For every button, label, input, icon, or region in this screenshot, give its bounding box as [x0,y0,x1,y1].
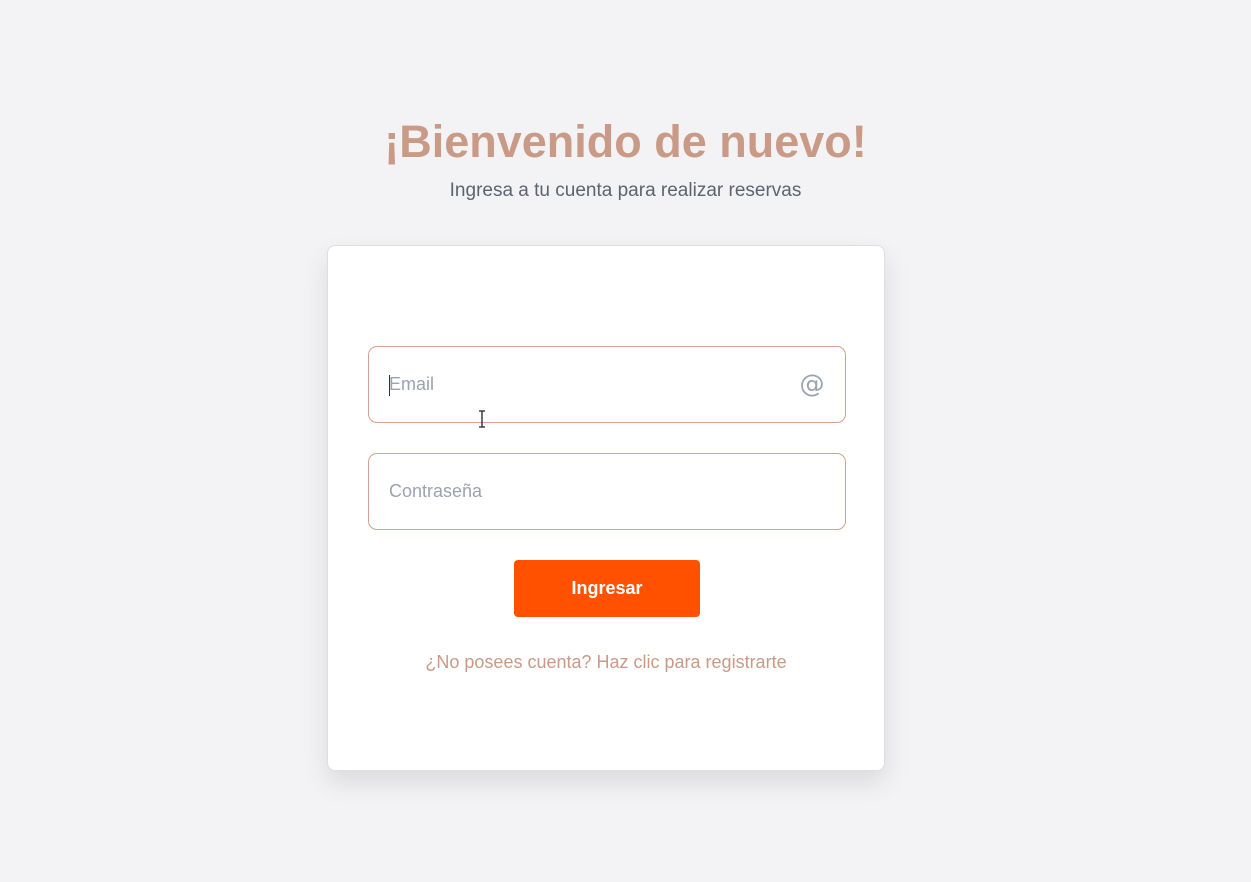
at-sign-icon: @ [799,369,825,398]
login-button[interactable]: Ingresar [514,560,700,617]
email-field[interactable]: @ [368,346,846,423]
page-title: ¡Bienvenido de nuevo! [384,116,867,167]
register-link[interactable]: ¿No posees cuenta? Haz clic para registr… [328,650,884,674]
login-card: @ Ingresar ¿No posees cuenta? Haz clic p… [327,245,885,771]
password-field[interactable] [368,453,846,530]
email-input[interactable] [389,347,789,422]
text-caret [389,375,390,396]
page-subtitle: Ingresa a tu cuenta para realizar reserv… [449,180,802,201]
password-input[interactable] [389,454,789,529]
text-cursor-icon [479,410,485,428]
login-page: ¡Bienvenido de nuevo! Ingresa a tu cuent… [0,0,1251,882]
